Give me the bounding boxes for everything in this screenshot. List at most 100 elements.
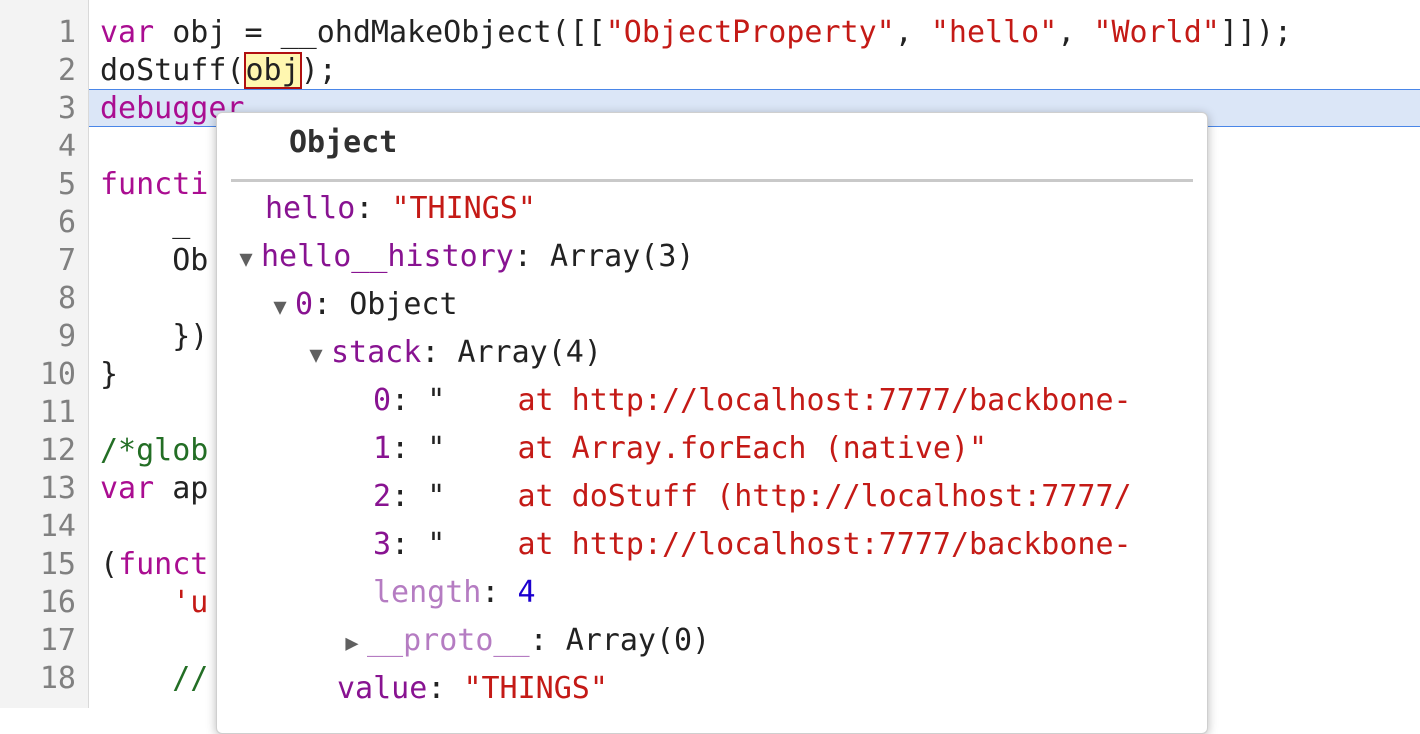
property-separator: :	[481, 575, 518, 610]
property-key: 0	[373, 383, 392, 418]
code-token: }	[100, 357, 119, 392]
code-token: Ob	[100, 243, 209, 278]
code-token: _	[100, 205, 191, 240]
property-value: Array(4)	[457, 335, 602, 370]
code-line-10[interactable]: }	[100, 356, 118, 394]
string-quote: "	[427, 527, 446, 562]
stack-item-3[interactable]: 3: " at http://localhost:7777/backbone-	[373, 525, 1132, 565]
property-separator: :	[421, 335, 458, 370]
code-token: })	[100, 319, 209, 354]
line-number[interactable]: 3	[0, 90, 76, 128]
string-quote: "	[427, 431, 446, 466]
triangle-down-icon[interactable]: ▼	[231, 240, 261, 280]
property-value: at Array.forEach (native)"	[445, 431, 988, 466]
string-quote: "	[427, 479, 446, 514]
line-number[interactable]: 7	[0, 242, 76, 280]
property-row-stack[interactable]: ▼ stack: Array(4)	[301, 333, 602, 373]
line-number[interactable]: 6	[0, 204, 76, 242]
code-line-13[interactable]: var ap	[100, 470, 208, 508]
code-line-2[interactable]: doStuff(obj);	[100, 52, 337, 90]
property-separator: :	[513, 239, 550, 274]
property-separator: :	[313, 287, 350, 322]
property-key: 1	[373, 431, 392, 466]
code-token: var	[100, 15, 155, 50]
code-token: "ObjectProperty"	[605, 15, 895, 50]
code-line-6[interactable]: _	[100, 204, 190, 242]
code-line-7[interactable]: Ob	[100, 242, 208, 280]
line-number[interactable]: 17	[0, 622, 76, 660]
code-line-12[interactable]: /*glob	[100, 432, 208, 470]
property-separator: :	[391, 383, 428, 418]
code-token: ,	[1057, 15, 1094, 50]
code-token: obj = __ohdMakeObject([[	[154, 15, 606, 50]
line-number[interactable]: 9	[0, 318, 76, 356]
property-value: 4	[517, 575, 536, 610]
code-token: 'u	[172, 585, 209, 620]
line-number[interactable]: 4	[0, 128, 76, 166]
code-token: (	[100, 547, 119, 582]
line-number-gutter: 1 2 3 4 5 6 7 8 9 10 11 12 13 14 15 16 1…	[0, 0, 89, 708]
code-token: functi	[100, 167, 209, 202]
code-token: ]]);	[1219, 15, 1293, 50]
line-number[interactable]: 11	[0, 394, 76, 432]
line-number[interactable]: 5	[0, 166, 76, 204]
property-key: hello	[265, 191, 356, 226]
triangle-down-icon[interactable]: ▼	[265, 288, 295, 328]
triangle-right-icon[interactable]: ▶	[337, 624, 367, 664]
code-token: ap	[154, 471, 209, 506]
code-token: /*glob	[100, 433, 209, 468]
code-token: var	[100, 471, 155, 506]
property-row-hello-history[interactable]: ▼ hello__history: Array(3)	[231, 237, 694, 280]
property-value: "THINGS"	[463, 671, 608, 706]
variable-inspector-popover[interactable]: Object hello: "THINGS" ▼ hello__history: …	[216, 112, 1208, 734]
popover-title: Object	[289, 125, 398, 160]
property-row-proto[interactable]: ▶ __proto__: Array(0)	[337, 621, 710, 661]
line-number[interactable]: 1	[0, 14, 76, 52]
property-value: "THINGS"	[391, 191, 536, 226]
line-number[interactable]: 10	[0, 356, 76, 394]
property-key: stack	[331, 335, 422, 370]
line-number[interactable]: 12	[0, 432, 76, 470]
stack-item-0[interactable]: 0: " at http://localhost:7777/backbone-	[373, 381, 1132, 421]
property-row-value[interactable]: value: "THINGS"	[337, 669, 608, 709]
code-line-15[interactable]: (funct	[100, 546, 208, 584]
property-key: __proto__	[367, 623, 530, 658]
code-line-18[interactable]: //	[100, 660, 208, 698]
property-key: 0	[295, 287, 314, 322]
line-number[interactable]: 14	[0, 508, 76, 546]
popover-divider	[231, 179, 1193, 182]
code-token: "World"	[1093, 15, 1220, 50]
property-separator: :	[391, 431, 428, 466]
line-number[interactable]: 13	[0, 470, 76, 508]
property-separator: :	[427, 671, 464, 706]
line-number[interactable]: 18	[0, 660, 76, 698]
property-key: value	[337, 671, 428, 706]
property-value: at http://localhost:7777/backbone-	[445, 383, 1132, 418]
code-token: "hello"	[930, 15, 1058, 50]
line-number[interactable]: 16	[0, 584, 76, 622]
code-line-5[interactable]: functi	[100, 166, 208, 204]
property-value: Array(0)	[565, 623, 711, 658]
property-row-hello[interactable]: hello: "THINGS"	[265, 189, 536, 229]
code-line-16[interactable]: 'u	[100, 584, 208, 622]
line-number[interactable]: 2	[0, 52, 76, 90]
triangle-down-icon[interactable]: ▼	[301, 336, 331, 376]
property-value: at doStuff (http://localhost:7777/	[445, 479, 1132, 514]
property-value: at http://localhost:7777/backbone-	[445, 527, 1132, 562]
property-key: 2	[373, 479, 392, 514]
line-number[interactable]: 8	[0, 280, 76, 318]
hovered-variable-obj[interactable]: obj	[243, 52, 302, 89]
property-row-length[interactable]: length: 4	[373, 573, 536, 613]
code-token: ,	[894, 15, 931, 50]
property-separator: :	[391, 527, 428, 562]
stack-item-2[interactable]: 2: " at doStuff (http://localhost:7777/	[373, 477, 1132, 517]
code-line-9[interactable]: })	[100, 318, 208, 356]
property-value: Object	[349, 287, 458, 322]
line-number[interactable]: 15	[0, 546, 76, 584]
stack-item-1[interactable]: 1: " at Array.forEach (native)"	[373, 429, 987, 469]
code-line-1[interactable]: var obj = __ohdMakeObject([["ObjectPrope…	[100, 14, 1292, 52]
string-quote: "	[427, 383, 446, 418]
property-separator: :	[529, 623, 566, 658]
property-row-history-0[interactable]: ▼ 0: Object	[265, 285, 458, 328]
